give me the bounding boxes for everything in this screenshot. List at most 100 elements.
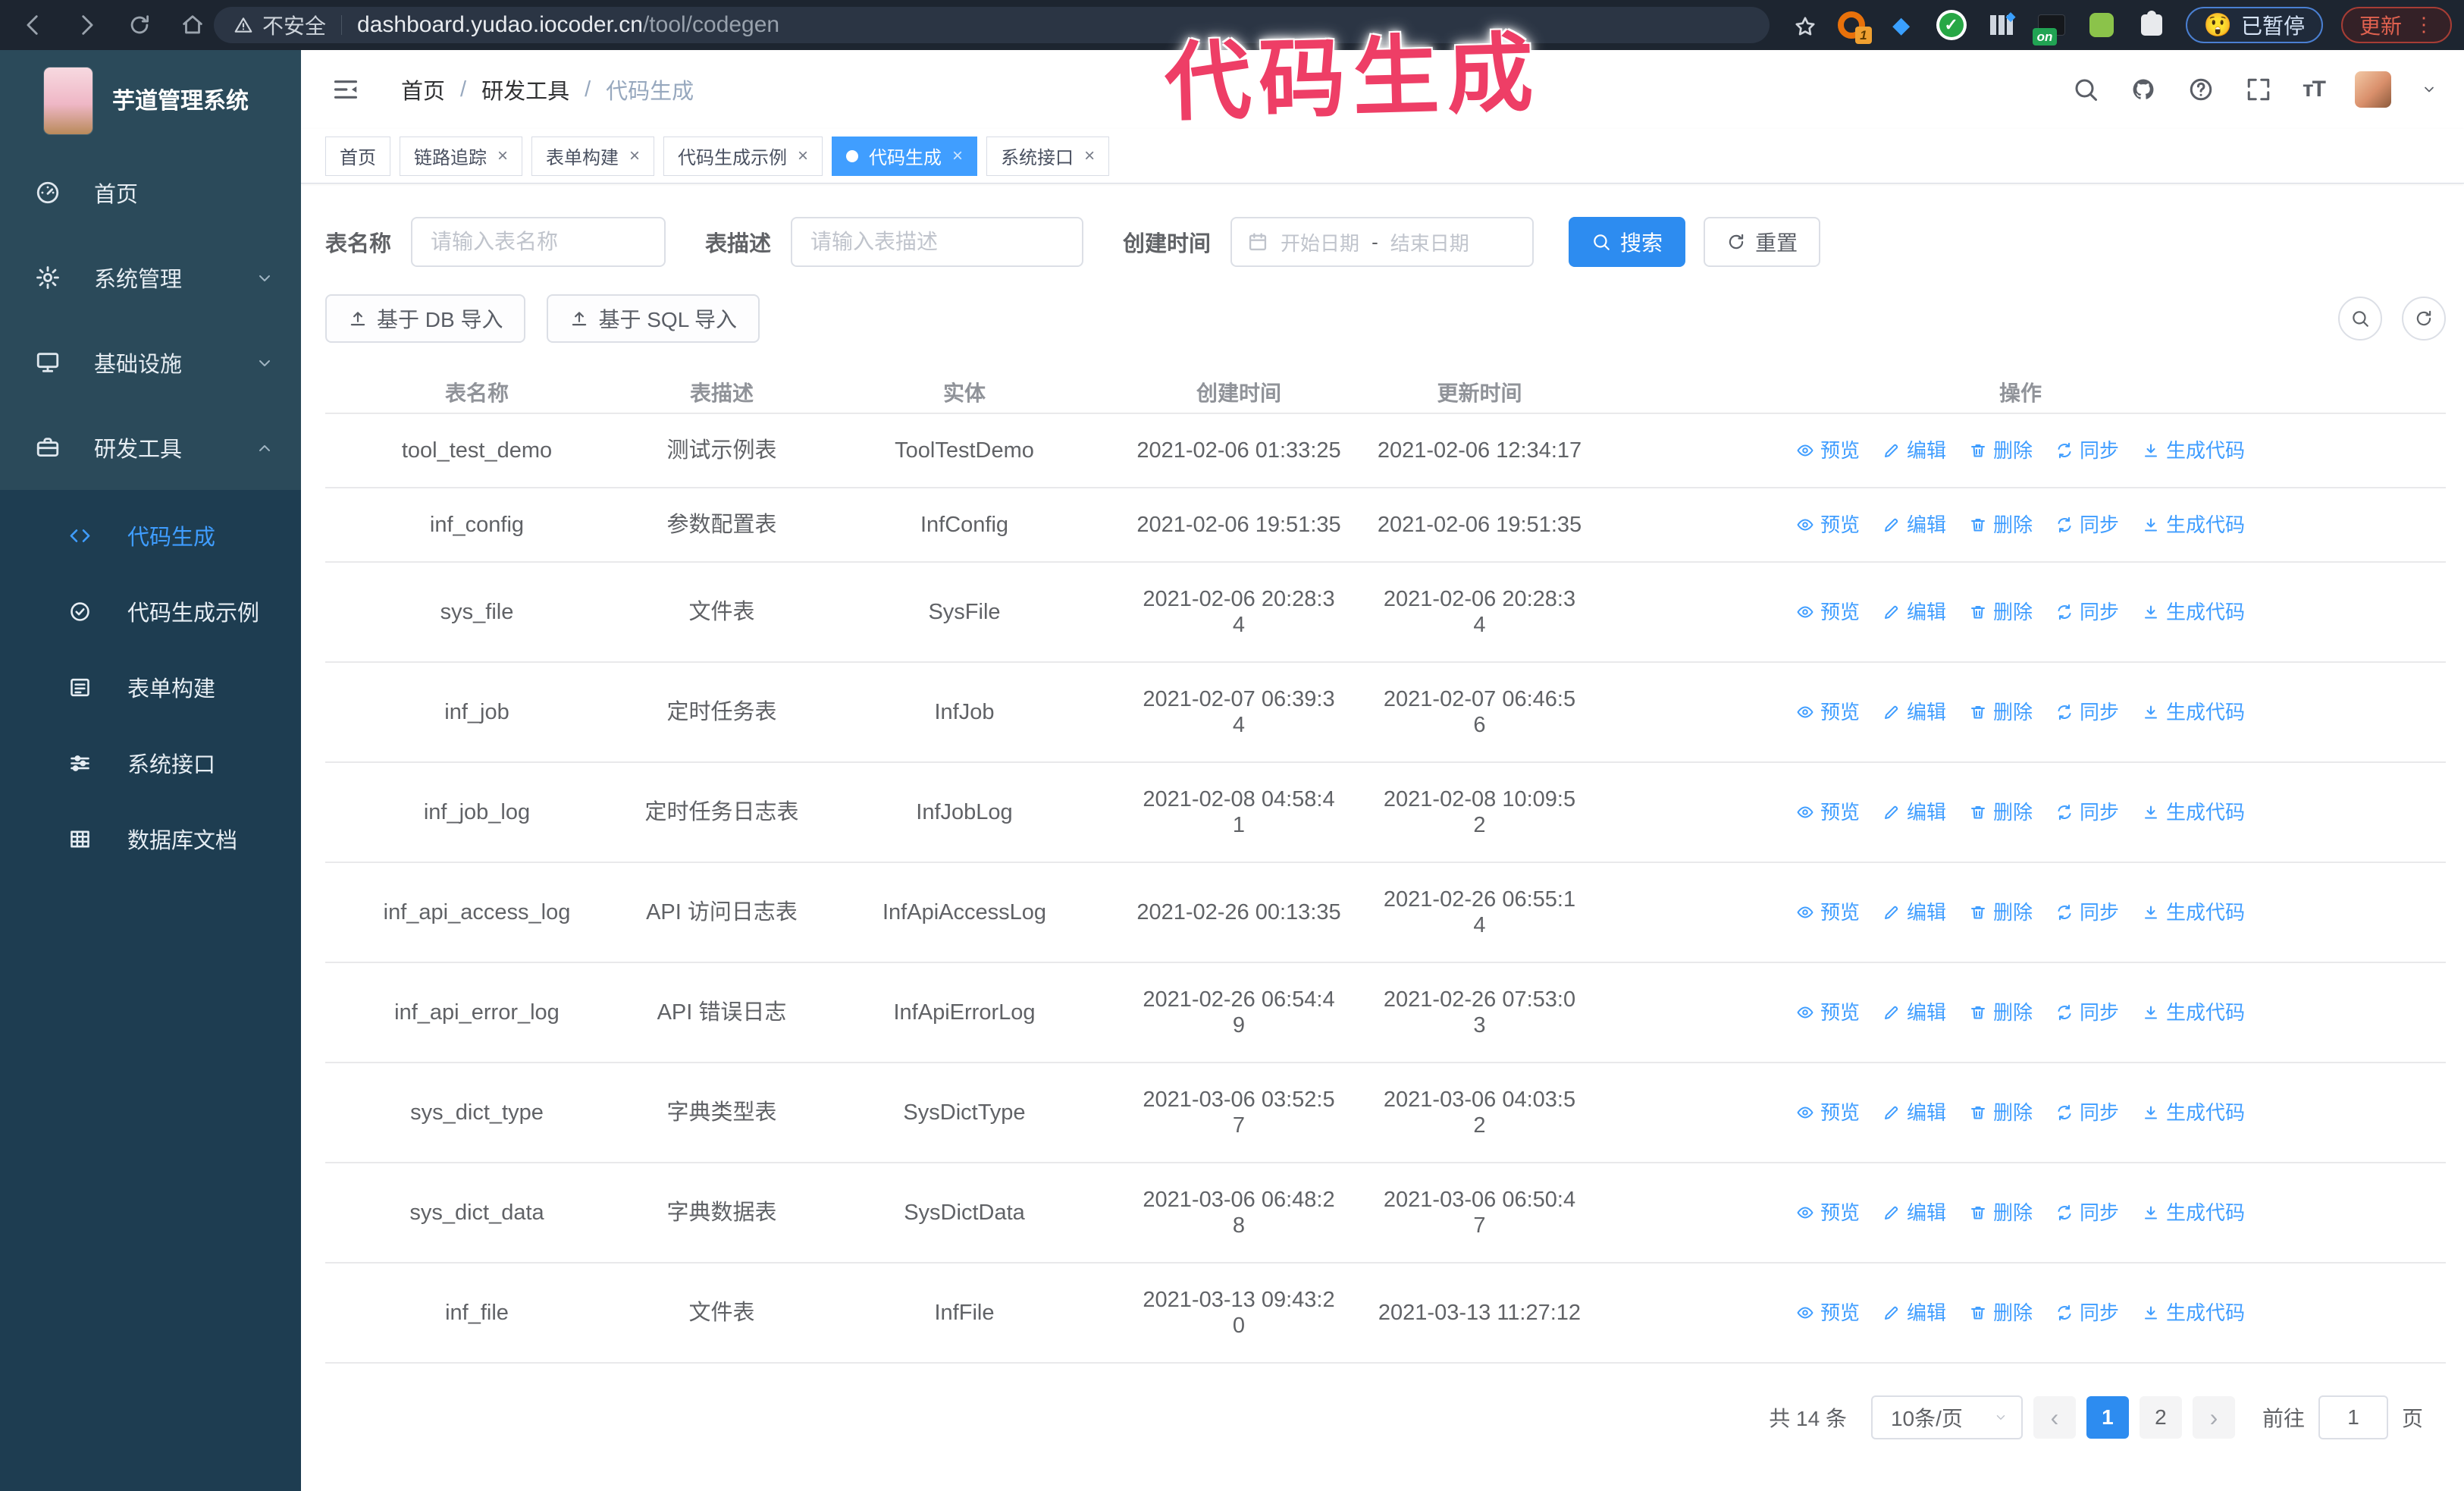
refresh-table-button[interactable] — [2402, 297, 2446, 341]
action-sync-link[interactable]: 同步 — [2055, 438, 2119, 463]
action-eye-link[interactable]: 预览 — [1796, 599, 1860, 625]
breadcrumb-item[interactable]: 首页 — [401, 74, 445, 105]
paused-badge[interactable]: 😲 已暂停 — [2185, 7, 2323, 43]
action-sync-link[interactable]: 同步 — [2055, 599, 2119, 625]
update-button[interactable]: 更新 ⋮ — [2340, 7, 2452, 43]
tab-close-icon[interactable]: × — [1084, 146, 1095, 165]
browser-reload-icon[interactable] — [124, 10, 155, 40]
action-download-link[interactable]: 生成代码 — [2142, 1300, 2245, 1326]
sidebar-subitem-form-builder[interactable]: 表单构建 — [0, 649, 301, 725]
action-download-link[interactable]: 生成代码 — [2142, 899, 2245, 925]
user-avatar[interactable] — [2355, 71, 2391, 108]
date-start-placeholder[interactable]: 开始日期 — [1281, 228, 1359, 256]
sidebar-logo[interactable]: 芋道管理系统 — [0, 50, 301, 134]
action-eye-link[interactable]: 预览 — [1796, 1100, 1860, 1125]
action-sync-link[interactable]: 同步 — [2055, 1000, 2119, 1025]
page-button-2[interactable]: 2 — [2139, 1396, 2182, 1439]
table-desc-input[interactable] — [791, 217, 1084, 267]
action-download-link[interactable]: 生成代码 — [2142, 1200, 2245, 1226]
tab-close-icon[interactable]: × — [952, 146, 963, 165]
action-edit-link[interactable]: 编辑 — [1882, 438, 1946, 463]
action-sync-link[interactable]: 同步 — [2055, 699, 2119, 725]
sidebar-subitem-codegen-demo[interactable]: 代码生成示例 — [0, 573, 301, 649]
sidebar-item-infra[interactable]: 基础设施 — [0, 320, 301, 405]
action-delete-link[interactable]: 删除 — [1969, 512, 2033, 538]
action-delete-link[interactable]: 删除 — [1969, 1200, 2033, 1226]
user-caret-down-icon[interactable] — [2422, 82, 2437, 97]
action-eye-link[interactable]: 预览 — [1796, 1300, 1860, 1326]
sidebar-item-system[interactable]: 系统管理 — [0, 235, 301, 320]
action-download-link[interactable]: 生成代码 — [2142, 1100, 2245, 1125]
action-sync-link[interactable]: 同步 — [2055, 1300, 2119, 1326]
action-download-link[interactable]: 生成代码 — [2142, 799, 2245, 825]
action-edit-link[interactable]: 编辑 — [1882, 899, 1946, 925]
ext-green-check-icon[interactable]: ✓ — [1936, 9, 1967, 41]
action-sync-link[interactable]: 同步 — [2055, 512, 2119, 538]
action-delete-link[interactable]: 删除 — [1969, 799, 2033, 825]
action-download-link[interactable]: 生成代码 — [2142, 438, 2245, 463]
action-edit-link[interactable]: 编辑 — [1882, 1000, 1946, 1025]
sidebar-subitem-system-api[interactable]: 系统接口 — [0, 725, 301, 801]
table-name-input[interactable] — [411, 217, 666, 267]
action-eye-link[interactable]: 预览 — [1796, 512, 1860, 538]
action-eye-link[interactable]: 预览 — [1796, 899, 1860, 925]
action-eye-link[interactable]: 预览 — [1796, 1200, 1860, 1226]
security-label[interactable]: 不安全 — [262, 10, 326, 40]
sidebar-subitem-db-doc[interactable]: 数据库文档 — [0, 801, 301, 877]
action-edit-link[interactable]: 编辑 — [1882, 1200, 1946, 1226]
fullscreen-icon[interactable] — [2245, 76, 2272, 103]
search-button[interactable]: 搜索 — [1569, 217, 1686, 267]
reset-button[interactable]: 重置 — [1704, 217, 1821, 267]
tab-链路追踪[interactable]: 链路追踪 × — [400, 136, 523, 176]
help-icon[interactable] — [2187, 76, 2215, 103]
action-edit-link[interactable]: 编辑 — [1882, 699, 1946, 725]
tab-代码生成[interactable]: 代码生成 × — [832, 136, 978, 176]
font-size-icon[interactable]: тT — [2303, 77, 2326, 102]
tab-close-icon[interactable]: × — [798, 146, 808, 165]
tab-表单构建[interactable]: 表单构建 × — [531, 136, 655, 176]
action-delete-link[interactable]: 删除 — [1969, 438, 2033, 463]
breadcrumb-item[interactable]: 研发工具 — [481, 74, 569, 105]
action-sync-link[interactable]: 同步 — [2055, 1100, 2119, 1125]
action-delete-link[interactable]: 删除 — [1969, 1100, 2033, 1125]
action-edit-link[interactable]: 编辑 — [1882, 1300, 1946, 1326]
action-edit-link[interactable]: 编辑 — [1882, 799, 1946, 825]
action-download-link[interactable]: 生成代码 — [2142, 1000, 2245, 1025]
action-edit-link[interactable]: 编辑 — [1882, 512, 1946, 538]
date-end-placeholder[interactable]: 结束日期 — [1390, 228, 1469, 256]
ext-blue-gem-icon[interactable] — [1886, 9, 1917, 41]
action-download-link[interactable]: 生成代码 — [2142, 699, 2245, 725]
action-sync-link[interactable]: 同步 — [2055, 1200, 2119, 1226]
action-edit-link[interactable]: 编辑 — [1882, 599, 1946, 625]
header-search-icon[interactable] — [2072, 76, 2099, 103]
tab-首页[interactable]: 首页 — [325, 136, 390, 176]
import-sql-button[interactable]: 基于 SQL 导入 — [547, 294, 760, 343]
page-button-1[interactable]: 1 — [2086, 1396, 2129, 1439]
import-db-button[interactable]: 基于 DB 导入 — [325, 294, 526, 343]
browser-back-icon[interactable] — [18, 10, 49, 40]
next-page-button[interactable]: › — [2192, 1396, 2235, 1439]
action-delete-link[interactable]: 删除 — [1969, 1000, 2033, 1025]
page-size-select[interactable]: 10条/页 — [1870, 1395, 2023, 1439]
action-delete-link[interactable]: 删除 — [1969, 1300, 2033, 1326]
sidebar-item-devtools[interactable]: 研发工具 — [0, 405, 301, 490]
action-delete-link[interactable]: 删除 — [1969, 599, 2033, 625]
prev-page-button[interactable]: ‹ — [2033, 1396, 2076, 1439]
action-download-link[interactable]: 生成代码 — [2142, 512, 2245, 538]
action-eye-link[interactable]: 预览 — [1796, 438, 1860, 463]
tab-close-icon[interactable]: × — [629, 146, 640, 165]
bookmark-star-icon[interactable] — [1793, 11, 1817, 39]
ext-puzzle-icon[interactable] — [2136, 9, 2168, 41]
tab-close-icon[interactable]: × — [497, 146, 508, 165]
browser-menu-dots-icon[interactable]: ⋮ — [2414, 15, 2434, 34]
browser-home-icon[interactable] — [177, 10, 208, 40]
action-sync-link[interactable]: 同步 — [2055, 799, 2119, 825]
action-download-link[interactable]: 生成代码 — [2142, 599, 2245, 625]
ext-panels-icon[interactable] — [1986, 9, 2017, 41]
tab-系统接口[interactable]: 系统接口 × — [986, 136, 1110, 176]
date-range-picker[interactable]: 开始日期 - 结束日期 — [1230, 217, 1535, 267]
toggle-search-button[interactable] — [2338, 297, 2382, 341]
ext-orange-circle-icon[interactable]: 1 — [1835, 9, 1872, 44]
github-icon[interactable] — [2130, 76, 2157, 103]
action-delete-link[interactable]: 删除 — [1969, 699, 2033, 725]
